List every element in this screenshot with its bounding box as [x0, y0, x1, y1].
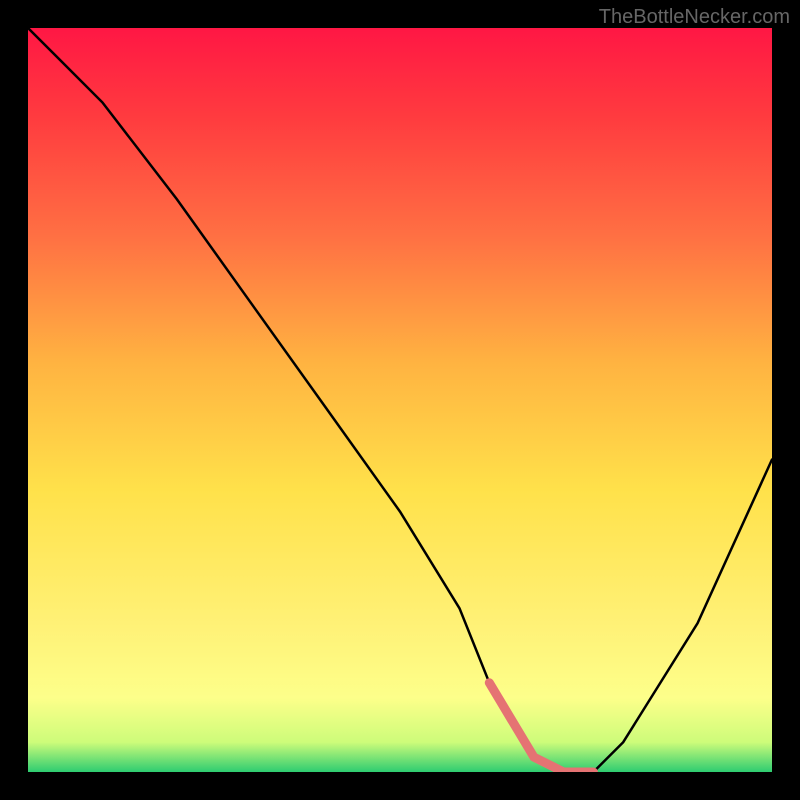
optimal-range-highlight — [489, 683, 593, 772]
bottleneck-curve — [28, 28, 772, 772]
chart-container: TheBottleNecker.com — [0, 0, 800, 800]
curve-layer — [28, 28, 772, 772]
watermark-text: TheBottleNecker.com — [599, 6, 790, 29]
plot-area — [28, 28, 772, 772]
